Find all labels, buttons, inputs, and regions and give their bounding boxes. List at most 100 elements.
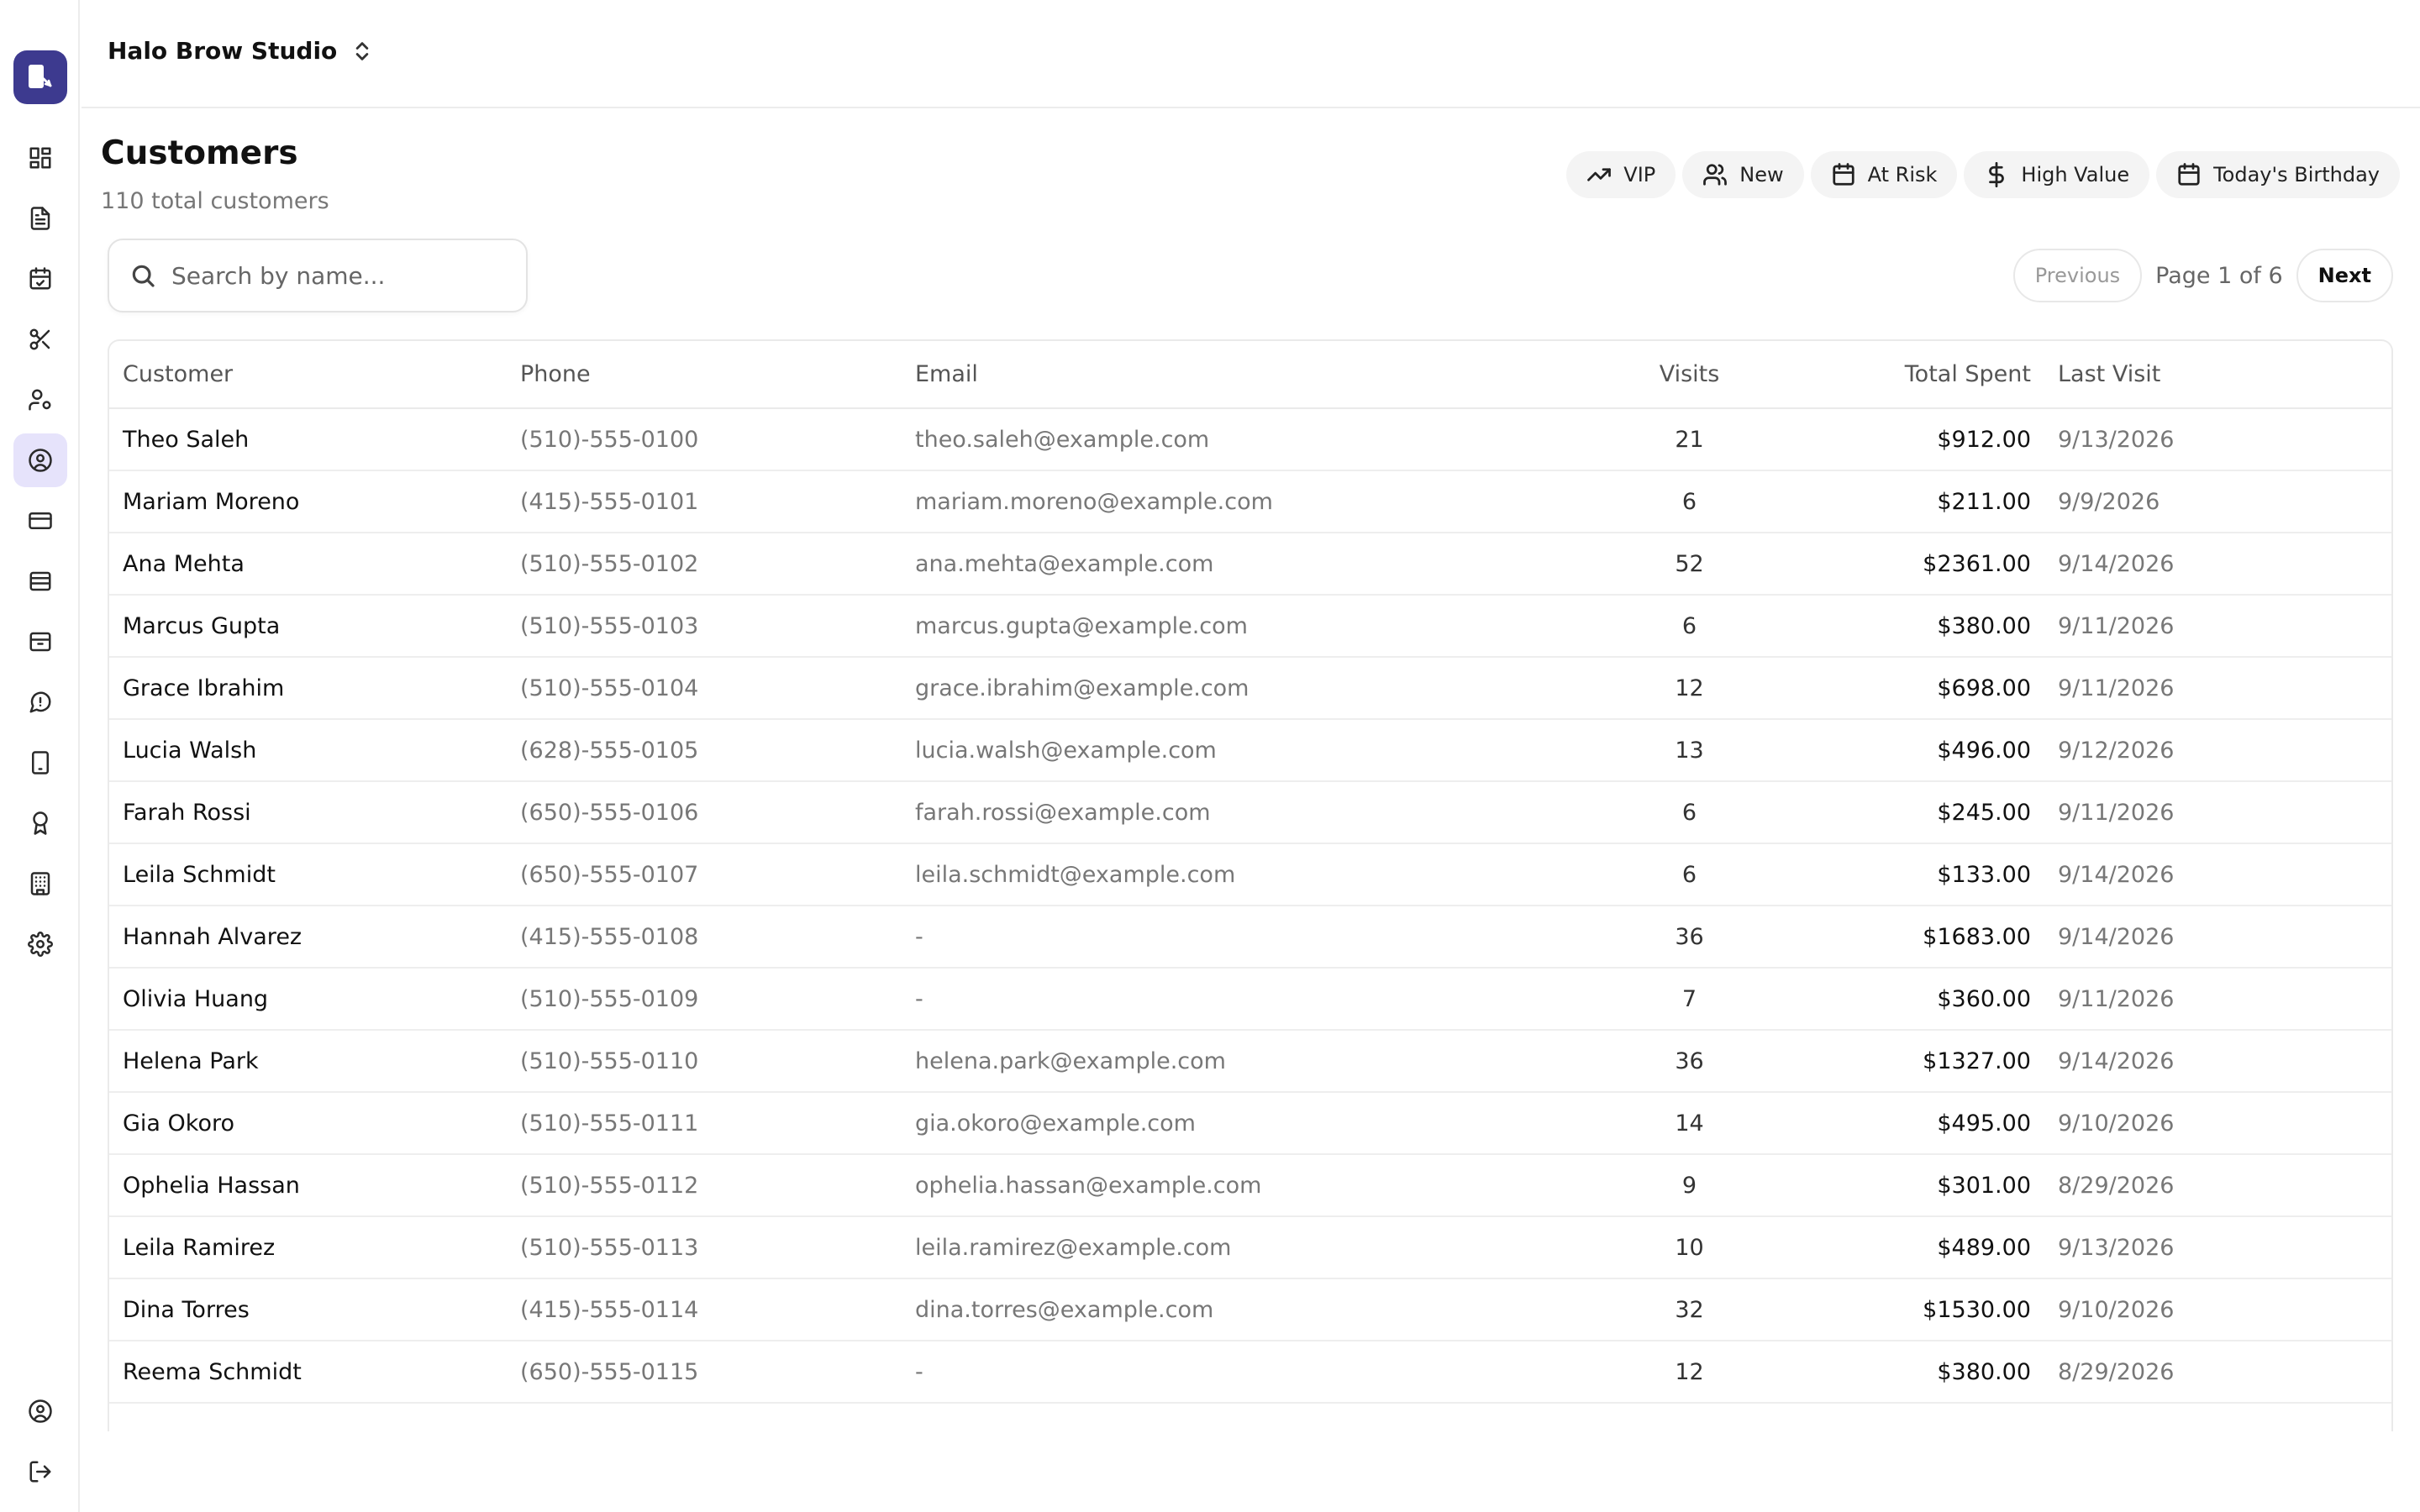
column-header-total-spent[interactable]: Total Spent (1780, 341, 2044, 409)
cell-visits: 6 (1599, 470, 1780, 533)
column-header-visits[interactable]: Visits (1599, 341, 1780, 409)
nav-appointments[interactable] (13, 252, 67, 306)
column-header-customer[interactable]: Customer (109, 341, 507, 409)
studio-switcher[interactable]: Halo Brow Studio (108, 37, 374, 65)
credit-card-icon (29, 512, 52, 529)
customers-table-container: Customer Phone Email Visits Total Spent … (108, 339, 2393, 1431)
dollar-icon (1989, 162, 2005, 187)
nav-logout[interactable] (13, 1445, 67, 1499)
cell-phone: (510)-555-0110 (507, 1030, 902, 1093)
table-row[interactable]: Mariam Moreno (415)-555-0101 mariam.moreno… (109, 470, 2391, 533)
nav-staff[interactable] (13, 373, 67, 427)
cell-email: - (902, 906, 1599, 969)
chat-icon (29, 691, 51, 713)
search-icon (132, 265, 155, 287)
cell-customer-name: Dina Torres (109, 1278, 507, 1341)
cell-total-spent: $698.00 (1780, 657, 2044, 720)
previous-page-button[interactable]: Previous (2012, 249, 2143, 302)
cell-customer-name: Leila Ramirez (109, 1216, 507, 1279)
cell-last-visit: 8/29/2026 (2044, 1154, 2391, 1217)
filter-vip[interactable]: VIP (1566, 151, 1676, 198)
cell-phone: (415)-555-0108 (507, 906, 902, 969)
nav-settings[interactable] (13, 917, 67, 971)
table-row[interactable]: Ophelia Hassan (510)-555-0112 ophelia.hass… (109, 1154, 2391, 1217)
nav-documents[interactable] (13, 192, 67, 245)
nav-dashboard[interactable] (13, 131, 67, 185)
cell-total-spent: $495.00 (1780, 1092, 2044, 1155)
nav-payments[interactable] (13, 494, 67, 548)
filter-at-risk[interactable]: At Risk (1810, 151, 1958, 198)
customers-icon (29, 449, 52, 472)
table-row[interactable]: Hannah Alvarez (415)-555-0108-36 $1683.00 9… (109, 906, 2391, 969)
nav-locations[interactable] (13, 857, 67, 911)
column-header-last-visit[interactable]: Last Visit (2044, 341, 2391, 409)
table-row[interactable]: Dina Torres (415)-555-0114 dina.torres@exa… (109, 1278, 2391, 1341)
cell-total-spent: $380.00 (1780, 595, 2044, 658)
table-row[interactable]: Farah Rossi (650)-555-0106 farah.rossi@exa… (109, 781, 2391, 844)
table-row[interactable]: Theo Saleh (510)-555-0100 theo.saleh@examp… (109, 408, 2391, 471)
column-header-email[interactable]: Email (902, 341, 1599, 409)
table-row[interactable]: Helena Park (510)-555-0110 helena.park@exa… (109, 1030, 2391, 1093)
nav-inventory[interactable] (13, 554, 67, 608)
cell-last-visit: 9/11/2026 (2044, 781, 2391, 844)
cell-visits: 13 (1599, 719, 1780, 782)
cell-email: mariam.moreno@example.com (902, 470, 1599, 533)
table-header-row: Customer Phone Email Visits Total Spent … (109, 341, 2391, 409)
column-header-phone[interactable]: Phone (507, 341, 902, 409)
account-icon (29, 1399, 52, 1423)
nav-archive[interactable] (13, 615, 67, 669)
nav-customers[interactable] (13, 433, 67, 487)
cell-total-spent: $360.00 (1780, 968, 2044, 1031)
search-input[interactable] (171, 261, 491, 290)
chevron-up-down-icon (356, 41, 369, 60)
table-row[interactable]: Grace Ibrahim (510)-555-0104 grace.ibrahim… (109, 657, 2391, 720)
cell-visits: 32 (1599, 1278, 1780, 1341)
cell-phone: (650)-555-0107 (507, 843, 902, 906)
filter-label: High Value (2021, 163, 2130, 186)
cell-total-spent: $2361.00 (1780, 533, 2044, 596)
cell-phone: (650)-555-0106 (507, 781, 902, 844)
cell-last-visit: 9/14/2026 (2044, 843, 2391, 906)
settings-icon (28, 932, 53, 957)
filter-todays-birthday[interactable]: Today's Birthday (2156, 151, 2400, 198)
cell-total-spent: $133.00 (1780, 843, 2044, 906)
next-page-button[interactable]: Next (2296, 249, 2393, 302)
dashboard-icon (29, 147, 51, 169)
cell-email: - (902, 968, 1599, 1031)
staff-settings-icon (29, 389, 51, 411)
calendar-icon (1832, 163, 1854, 186)
cell-last-visit: 9/14/2026 (2044, 533, 2391, 596)
nav-services[interactable] (13, 312, 67, 366)
cell-visits: 7 (1599, 968, 1780, 1031)
filter-high-value[interactable]: High Value (1964, 151, 2150, 198)
cell-total-spent: $912.00 (1780, 408, 2044, 471)
filter-new[interactable]: New (1682, 151, 1804, 198)
building-icon (30, 872, 50, 895)
table-row[interactable]: Leila Schmidt (650)-555-0107 leila.schmidt… (109, 843, 2391, 906)
tablet-icon (32, 751, 49, 774)
nav-account[interactable] (13, 1384, 67, 1438)
table-row[interactable]: Lucia Walsh (628)-555-0105 lucia.walsh@exa… (109, 719, 2391, 782)
sidebar-rail (0, 0, 80, 1512)
table-row[interactable]: Olivia Huang (510)-555-0109-7 $360.00 9/11/… (109, 968, 2391, 1031)
cell-customer-name: Helena Park (109, 1030, 507, 1093)
nav-messages[interactable] (13, 675, 67, 729)
nav-loyalty[interactable] (13, 796, 67, 850)
app-logo-icon[interactable] (13, 50, 67, 104)
studio-name: Halo Brow Studio (108, 37, 338, 65)
cell-visits: 10 (1599, 1216, 1780, 1279)
cell-email: dina.torres@example.com (902, 1278, 1599, 1341)
table-row[interactable]: Leila Ramirez (510)-555-0113 leila.ramirez… (109, 1216, 2391, 1279)
calendar-check-icon (29, 267, 51, 290)
cell-visits: 52 (1599, 533, 1780, 596)
filter-label: VIP (1623, 163, 1656, 186)
table-row[interactable]: Reema Schmidt (650)-555-0115-12 $380.00 8/2… (109, 1341, 2391, 1404)
top-bar: Halo Brow Studio (82, 0, 2420, 108)
cell-phone: (650)-555-0115 (507, 1341, 902, 1404)
table-row[interactable]: Marcus Gupta (510)-555-0103 marcus.gupta@e… (109, 595, 2391, 658)
table-row[interactable]: Gia Okoro (510)-555-0111 gia.okoro@example… (109, 1092, 2391, 1155)
cell-total-spent: $1327.00 (1780, 1030, 2044, 1093)
nav-devices[interactable] (13, 736, 67, 790)
table-row[interactable]: Ana Mehta (510)-555-0102 ana.mehta@example… (109, 533, 2391, 596)
cell-phone: (510)-555-0102 (507, 533, 902, 596)
